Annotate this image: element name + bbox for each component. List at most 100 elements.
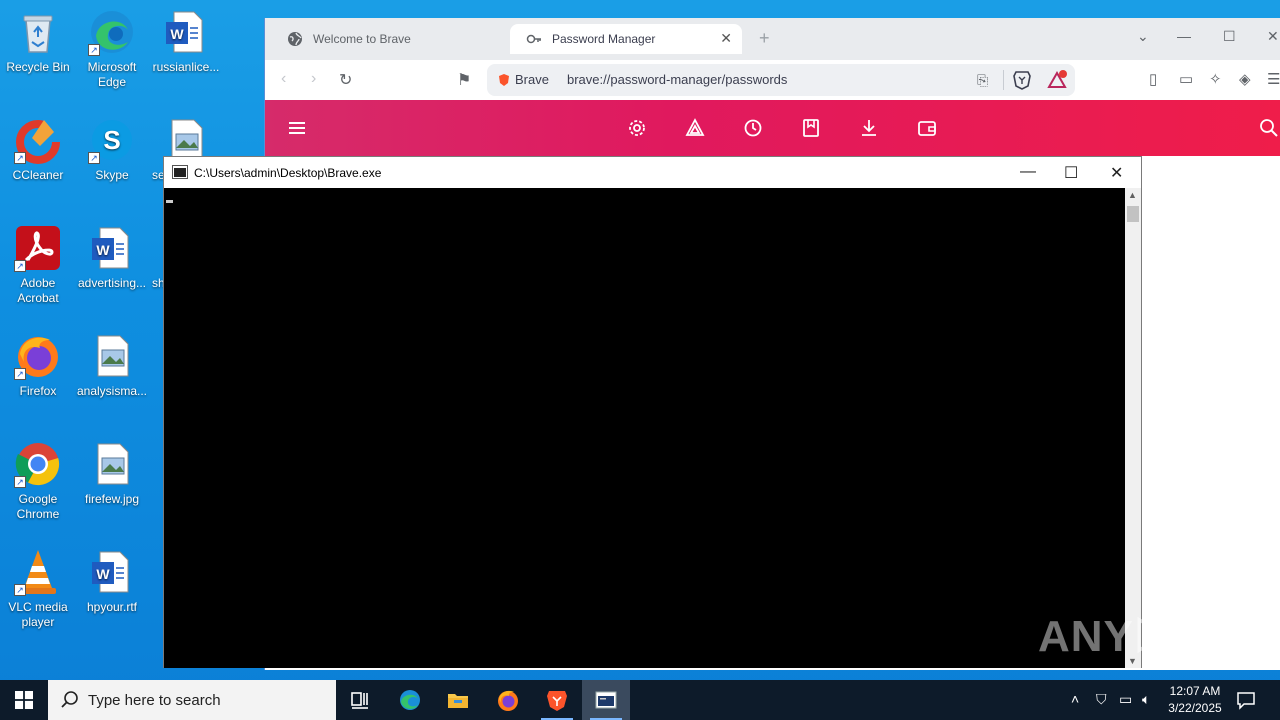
triangle-icon[interactable] <box>685 118 705 138</box>
brave-shields-icon[interactable] <box>1013 70 1031 90</box>
wallet-icon[interactable]: ▭ <box>1179 70 1193 88</box>
desktop-icon-adobe-acrobat[interactable]: ↗ Adobe Acrobat <box>0 224 76 306</box>
brave-rewards-icon[interactable] <box>1047 70 1067 90</box>
console-scrollbar[interactable]: ▲ ▼ <box>1125 188 1141 668</box>
brave-label: Brave <box>515 72 549 87</box>
console-maximize-button[interactable]: ☐ <box>1064 163 1078 183</box>
volume-icon[interactable]: 🔈︎ <box>1142 691 1150 708</box>
shortcut-arrow-icon: ↗ <box>14 476 26 488</box>
console-close-button[interactable]: ✕ <box>1110 163 1123 183</box>
minimize-button[interactable]: — <box>1177 28 1191 44</box>
tab-label: Welcome to Brave <box>313 32 411 46</box>
desktop-icon-russianlice[interactable]: W russianlice... <box>148 8 224 75</box>
desktop-icon-recycle-bin[interactable]: Recycle Bin <box>0 8 76 75</box>
show-hidden-icons-chevron-icon[interactable]: ˄ <box>1071 691 1079 707</box>
desktop-icon-ccleaner[interactable]: ↗ CCleaner <box>0 116 76 183</box>
maximize-button[interactable]: ☐ <box>1223 28 1236 45</box>
desktop-icon-firefox[interactable]: ↗ Firefox <box>0 332 76 399</box>
settings-icon[interactable] <box>627 118 647 138</box>
clock-time: 12:07 AM <box>1169 684 1221 698</box>
clock-date: 3/22/2025 <box>1168 701 1222 715</box>
desktop-icon-google-chrome[interactable]: ↗ Google Chrome <box>0 440 76 522</box>
taskbar-file-explorer[interactable] <box>434 680 482 720</box>
vlc-icon: ↗ <box>14 548 62 596</box>
desktop-icon-label: advertising... <box>77 276 147 290</box>
desktop-icon-label: Firefox <box>19 384 57 398</box>
taskbar-firefox[interactable] <box>484 680 532 720</box>
text-cursor <box>166 200 173 203</box>
tab-strip: Welcome to Brave Password Manager ✕ + ⌄ … <box>265 18 1280 60</box>
desktop-icon-label: Microsoft Edge <box>87 60 137 89</box>
tab-search-chevron-icon[interactable]: ⌄ <box>1137 28 1149 45</box>
desktop-icon-hpyour[interactable]: W hpyour.rtf <box>74 548 150 615</box>
task-view-button[interactable] <box>336 680 384 720</box>
notifications-icon[interactable] <box>1236 690 1256 710</box>
globe-icon <box>288 32 302 46</box>
svg-text:W: W <box>96 242 110 258</box>
bookmarks-icon[interactable] <box>801 118 821 138</box>
edge-icon <box>400 690 420 710</box>
desktop-icon-label: hpyour.rtf <box>86 600 138 614</box>
skype-icon: S ↗ <box>88 116 136 164</box>
word-document-icon: W <box>88 224 136 272</box>
vpn-icon[interactable]: ◈ <box>1239 70 1251 88</box>
start-button[interactable] <box>0 680 48 720</box>
chrome-icon: ↗ <box>14 440 62 488</box>
desktop-icon-firefew[interactable]: firefew.jpg <box>74 440 150 507</box>
sidebar-icon[interactable]: ▯ <box>1149 70 1157 88</box>
new-tab-button[interactable]: + <box>759 28 770 49</box>
shortcut-arrow-icon: ↗ <box>14 152 26 164</box>
brave-lion-icon <box>547 691 567 711</box>
desktop-icon-vlc[interactable]: ↗ VLC media player <box>0 548 76 630</box>
tab-label: Password Manager <box>552 32 656 46</box>
console-output[interactable] <box>164 188 1125 668</box>
desktop-icon-edge[interactable]: ↗ Microsoft Edge <box>74 8 150 90</box>
tab-password-manager[interactable]: Password Manager ✕ <box>510 24 742 54</box>
device-icon[interactable]: ⛉ <box>1096 691 1107 708</box>
taskbar-brave[interactable] <box>533 680 581 720</box>
firefox-icon: ↗ <box>14 332 62 380</box>
downloads-icon[interactable] <box>859 118 879 138</box>
ccleaner-icon: ↗ <box>14 116 62 164</box>
menu-icon[interactable]: ☰ <box>1267 70 1280 88</box>
close-tab-icon[interactable]: ✕ <box>720 30 732 47</box>
scrollbar-thumb[interactable] <box>1127 206 1139 222</box>
desktop-icon-label: analysisma... <box>76 384 148 398</box>
shortcut-arrow-icon: ↗ <box>14 260 26 272</box>
url-text[interactable]: brave://password-manager/passwords <box>567 72 787 87</box>
console-icon <box>172 165 188 179</box>
reload-button[interactable]: ↻ <box>339 70 352 90</box>
wallet-icon[interactable] <box>917 118 937 138</box>
tab-welcome-to-brave[interactable]: Welcome to Brave <box>271 24 503 54</box>
leo-ai-icon[interactable]: ✧ <box>1209 70 1222 88</box>
install-app-icon[interactable]: ⎘ <box>977 72 988 89</box>
scroll-up-arrow-icon[interactable]: ▲ <box>1128 190 1137 200</box>
image-file-icon <box>88 440 136 488</box>
acrobat-icon: ↗ <box>14 224 62 272</box>
history-icon[interactable] <box>743 118 763 138</box>
search-icon[interactable] <box>1259 118 1279 138</box>
word-document-icon: W <box>162 8 210 56</box>
desktop-icon-skype[interactable]: S ↗ Skype <box>74 116 150 183</box>
network-icon[interactable]: ▭ <box>1119 691 1132 708</box>
console-titlebar[interactable]: C:\Users\admin\Desktop\Brave.exe — ☐ ✕ <box>164 157 1141 188</box>
anyrun-watermark: ANY RUN <box>1038 612 1266 662</box>
divider <box>1003 70 1004 90</box>
system-clock[interactable]: 12:07 AM 3/22/2025 <box>1160 683 1230 717</box>
forward-button[interactable]: › <box>311 70 316 88</box>
taskbar-search-box[interactable]: Type here to search <box>48 680 336 720</box>
taskbar: Type here to search ˄ ⛉ ▭ 🔈︎ 12:07 AM 3/… <box>0 680 1280 720</box>
close-window-button[interactable]: ✕ <box>1267 28 1279 45</box>
taskbar-edge[interactable] <box>386 680 434 720</box>
hamburger-menu-icon[interactable] <box>287 118 307 138</box>
image-file-icon <box>88 332 136 380</box>
desktop-icon-advertising[interactable]: W advertising... <box>74 224 150 291</box>
back-button[interactable]: ‹ <box>281 70 286 88</box>
key-icon <box>526 34 541 44</box>
taskbar-console[interactable] <box>582 680 630 720</box>
desktop-icon-analysisma[interactable]: analysisma... <box>74 332 150 399</box>
console-minimize-button[interactable]: — <box>1020 163 1036 181</box>
bookmark-icon[interactable]: ⚑ <box>457 70 471 90</box>
desktop-icon-label: Adobe Acrobat <box>17 276 59 305</box>
address-bar[interactable]: Brave brave://password-manager/passwords… <box>487 64 1075 96</box>
